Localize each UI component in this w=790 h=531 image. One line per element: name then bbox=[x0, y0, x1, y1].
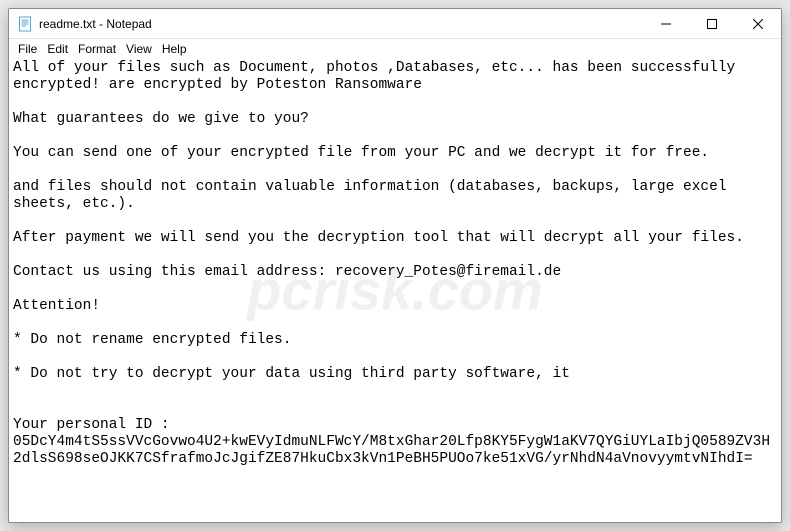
menu-format[interactable]: Format bbox=[73, 41, 121, 57]
notepad-icon bbox=[17, 16, 33, 32]
menu-help[interactable]: Help bbox=[157, 41, 192, 57]
watermark-text: pcrisk.com bbox=[247, 282, 543, 299]
close-button[interactable] bbox=[735, 9, 781, 39]
window-title: readme.txt - Notepad bbox=[39, 17, 152, 31]
titlebar[interactable]: readme.txt - Notepad bbox=[9, 9, 781, 39]
menu-edit[interactable]: Edit bbox=[42, 41, 73, 57]
menubar: File Edit Format View Help bbox=[9, 39, 781, 58]
minimize-button[interactable] bbox=[643, 9, 689, 39]
menu-view[interactable]: View bbox=[121, 41, 157, 57]
text-area[interactable]: All of your files such as Document, phot… bbox=[9, 58, 781, 522]
maximize-button[interactable] bbox=[689, 9, 735, 39]
notepad-window: readme.txt - Notepad File Edit Format Vi… bbox=[8, 8, 782, 523]
document-text: All of your files such as Document, phot… bbox=[13, 60, 770, 467]
menu-file[interactable]: File bbox=[13, 41, 42, 57]
